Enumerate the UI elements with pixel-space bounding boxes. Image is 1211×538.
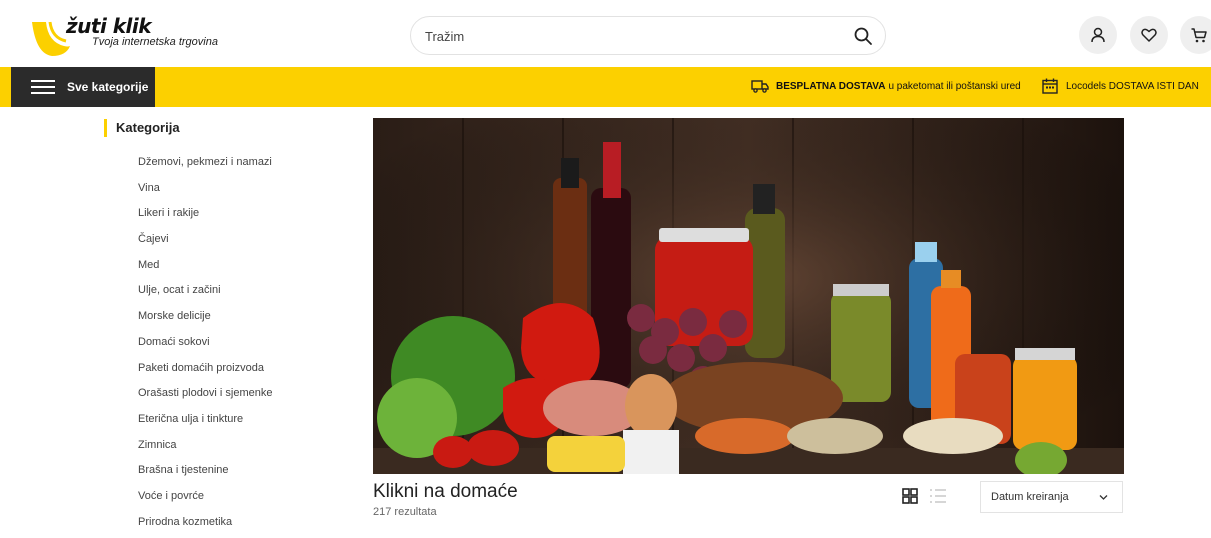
result-count: 217 rezultata <box>373 506 437 518</box>
sidebar-item-brasna[interactable]: Brašna i tjestenine <box>138 461 273 487</box>
sort-select[interactable]: Datum kreiranja <box>980 481 1123 513</box>
sort-selected-value: Datum kreiranja <box>991 491 1069 503</box>
calendar-icon <box>1042 78 1058 94</box>
sidebar-item-etericna-ulja[interactable]: Eterična ulja i tinkture <box>138 410 273 436</box>
list-view-icon[interactable] <box>929 488 947 504</box>
sidebar-item-orasasti[interactable]: Orašasti plodovi i sjemenke <box>138 384 273 410</box>
search-bar <box>410 16 886 55</box>
sidebar-item-likeri[interactable]: Likeri i rakije <box>138 204 273 230</box>
heart-icon <box>1141 28 1157 42</box>
all-categories-button[interactable]: Sve kategorije <box>11 67 155 107</box>
logo-title: žuti klik <box>66 14 152 38</box>
sidebar-item-morske-delicije[interactable]: Morske delicije <box>138 307 273 333</box>
all-categories-label: Sve kategorije <box>67 80 149 94</box>
search-icon[interactable] <box>853 26 873 46</box>
cart-button[interactable] <box>1180 16 1211 54</box>
free-delivery-text: u paketomat ili poštanski ured <box>888 80 1021 92</box>
page-title: Klikni na domaće <box>373 481 518 502</box>
chevron-down-icon <box>1099 495 1108 500</box>
account-button[interactable] <box>1079 16 1117 54</box>
cart-icon <box>1191 28 1207 43</box>
category-list: Džemovi, pekmezi i namazi Vina Likeri i … <box>138 153 273 538</box>
wishlist-button[interactable] <box>1130 16 1168 54</box>
user-icon <box>1091 27 1105 43</box>
hamburger-icon <box>31 80 55 94</box>
sidebar-item-cajevi[interactable]: Čajevi <box>138 230 273 256</box>
sidebar-item-kozmetika[interactable]: Prirodna kozmetika <box>138 513 273 538</box>
sidebar-item-med[interactable]: Med <box>138 256 273 282</box>
logo-tagline: Tvoja internetska trgovina <box>92 36 218 48</box>
sidebar-title: Kategorija <box>104 119 180 137</box>
grid-view-icon[interactable] <box>902 488 918 504</box>
same-day-delivery-text: Locodels DOSTAVA ISTI DAN <box>1066 80 1199 92</box>
sidebar-item-vina[interactable]: Vina <box>138 179 273 205</box>
site-header: žuti klik Tvoja internetska trgovina <box>0 0 1211 67</box>
sidebar-item-dzemovi[interactable]: Džemovi, pekmezi i namazi <box>138 153 273 179</box>
same-day-delivery-promo[interactable]: Locodels DOSTAVA ISTI DAN <box>1041 78 1199 94</box>
sidebar-item-domaci-sokovi[interactable]: Domaći sokovi <box>138 333 273 359</box>
hero-banner-image <box>373 118 1124 474</box>
logo[interactable]: žuti klik Tvoja internetska trgovina <box>30 12 230 58</box>
delivery-truck-icon <box>751 80 769 93</box>
search-input[interactable] <box>425 25 845 47</box>
nav-bar: Sve kategorije BESPLATNA DOSTAVA u paket… <box>0 67 1211 107</box>
sidebar-item-zimnica[interactable]: Zimnica <box>138 436 273 462</box>
sidebar-item-ulje[interactable]: Ulje, ocat i začini <box>138 281 273 307</box>
sidebar-item-voce[interactable]: Voće i povrće <box>138 487 273 513</box>
free-delivery-promo[interactable]: BESPLATNA DOSTAVA u paketomat ili poštan… <box>751 78 1021 94</box>
free-delivery-bold: BESPLATNA DOSTAVA <box>776 80 886 92</box>
sidebar-item-paketi[interactable]: Paketi domaćih proizvoda <box>138 359 273 385</box>
